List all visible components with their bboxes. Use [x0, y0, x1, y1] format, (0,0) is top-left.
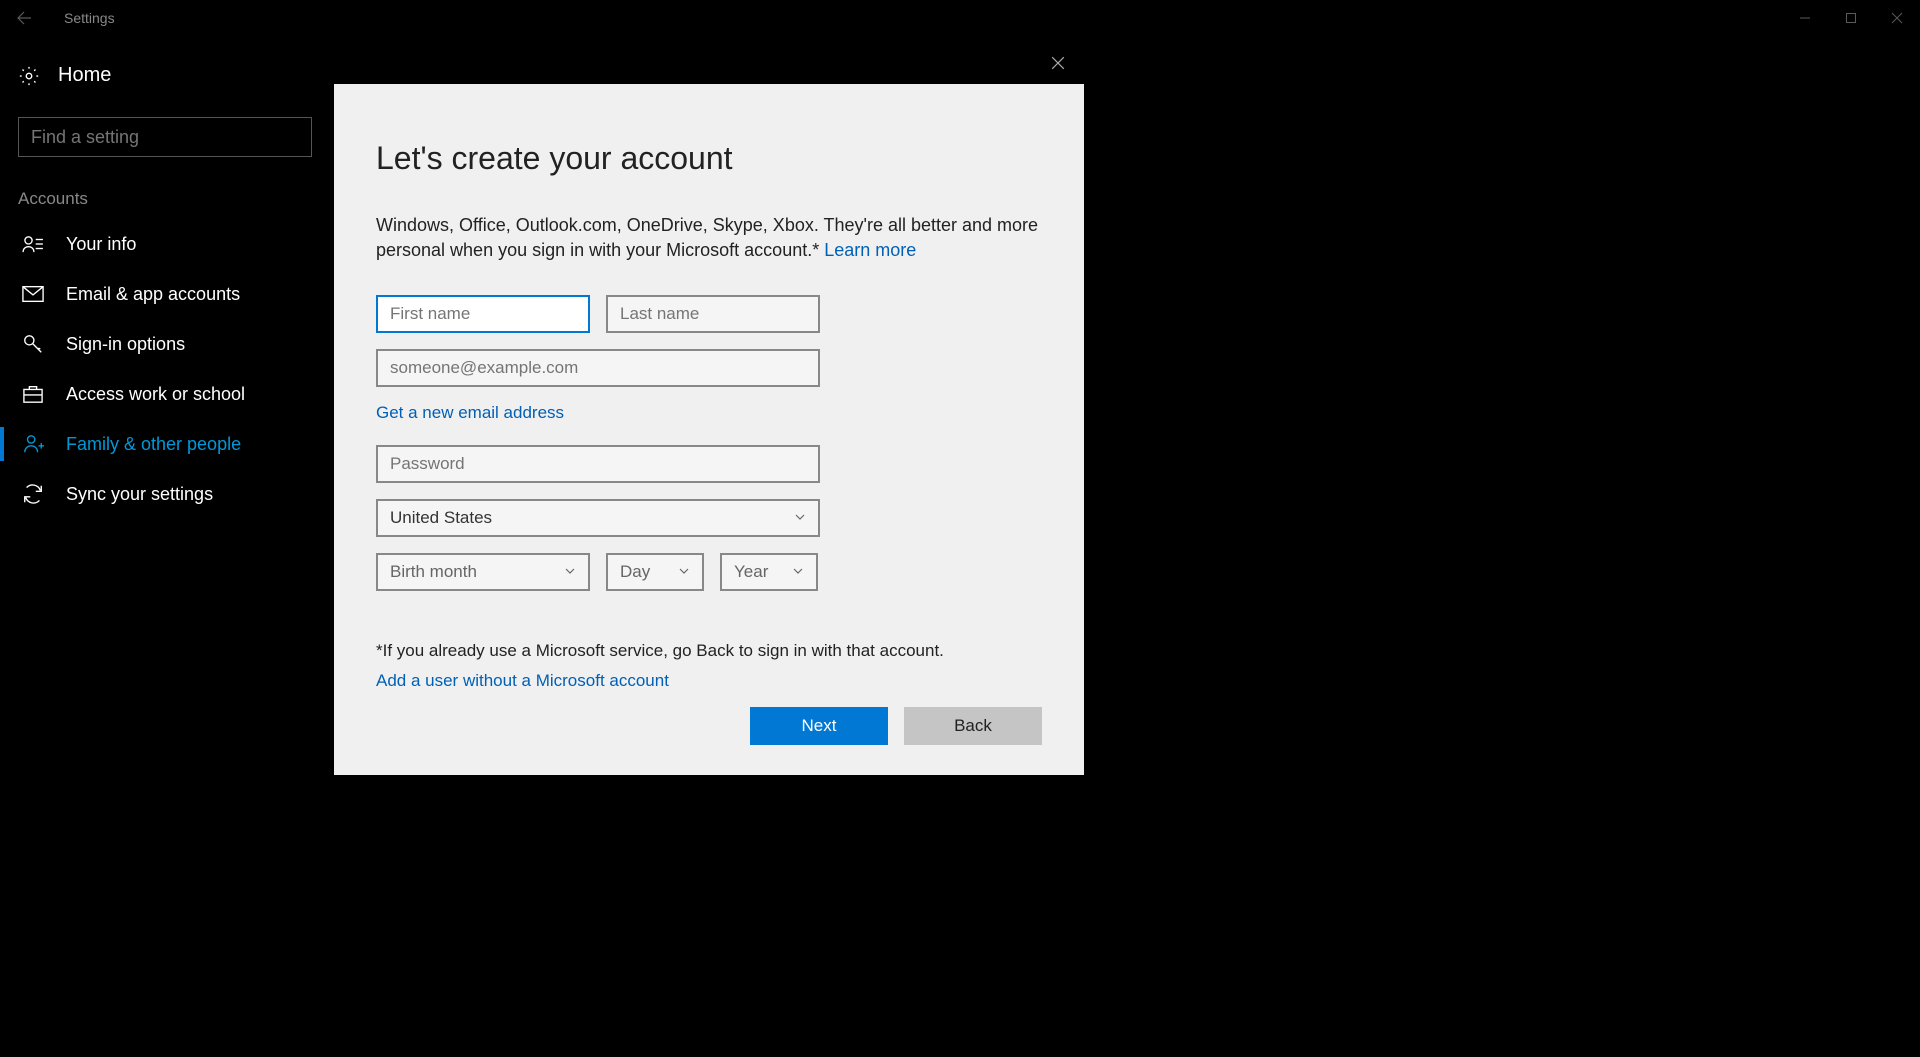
search-input[interactable]: [31, 127, 299, 148]
maximize-button[interactable]: [1828, 0, 1874, 36]
birth-month-placeholder: Birth month: [390, 562, 477, 582]
learn-more-link[interactable]: Learn more: [824, 240, 916, 260]
briefcase-icon: [22, 383, 44, 405]
sidebar-item-label: Email & app accounts: [66, 284, 240, 305]
sidebar-home[interactable]: Home: [0, 52, 330, 99]
dialog-description: Windows, Office, Outlook.com, OneDrive, …: [376, 213, 1042, 263]
dialog-titlebar: [334, 42, 1084, 84]
sidebar-item-label: Family & other people: [66, 434, 241, 455]
minimize-icon: [1799, 12, 1811, 24]
chevron-down-icon: [794, 508, 806, 528]
chevron-down-icon: [564, 562, 576, 582]
dialog-body: Let's create your account Windows, Offic…: [334, 84, 1084, 775]
sidebar-item-email[interactable]: Email & app accounts: [0, 269, 330, 319]
birth-day-select[interactable]: Day: [606, 553, 704, 591]
sidebar-item-label: Sign-in options: [66, 334, 185, 355]
sidebar-item-family[interactable]: Family & other people: [0, 419, 330, 469]
country-value: United States: [390, 508, 492, 528]
close-icon: [1051, 56, 1065, 70]
dialog-close-button[interactable]: [1038, 43, 1078, 83]
window-title: Settings: [64, 10, 115, 26]
birth-day-placeholder: Day: [620, 562, 650, 582]
birth-month-select[interactable]: Birth month: [376, 553, 590, 591]
envelope-icon: [22, 283, 44, 305]
birth-year-placeholder: Year: [734, 562, 768, 582]
back-button[interactable]: Back: [904, 707, 1042, 745]
sidebar-item-label: Access work or school: [66, 384, 245, 405]
window-titlebar: Settings: [0, 0, 1920, 36]
chevron-down-icon: [792, 562, 804, 582]
arrow-left-icon: [16, 10, 32, 26]
sidebar-item-work-school[interactable]: Access work or school: [0, 369, 330, 419]
add-user-without-ms-link[interactable]: Add a user without a Microsoft account: [376, 671, 1042, 691]
back-button[interactable]: [8, 2, 40, 34]
settings-sidebar: Home Accounts Your info Email & app acco…: [0, 52, 330, 519]
sidebar-category-heading: Accounts: [0, 185, 330, 219]
create-account-dialog: Let's create your account Windows, Offic…: [334, 42, 1084, 775]
already-have-account-note: *If you already use a Microsoft service,…: [376, 641, 1042, 661]
first-name-field[interactable]: [376, 295, 590, 333]
person-plus-icon: [22, 433, 44, 455]
sidebar-item-sync[interactable]: Sync your settings: [0, 469, 330, 519]
email-field[interactable]: [376, 349, 820, 387]
maximize-icon: [1845, 12, 1857, 24]
close-window-button[interactable]: [1874, 0, 1920, 36]
dialog-heading: Let's create your account: [376, 140, 1042, 177]
sidebar-item-your-info[interactable]: Your info: [0, 219, 330, 269]
sync-icon: [22, 483, 44, 505]
dialog-button-row: Next Back: [750, 707, 1042, 745]
last-name-field[interactable]: [606, 295, 820, 333]
get-new-email-link[interactable]: Get a new email address: [376, 403, 1042, 423]
minimize-button[interactable]: [1782, 0, 1828, 36]
settings-search[interactable]: [18, 117, 312, 157]
gear-icon: [18, 65, 40, 87]
next-button[interactable]: Next: [750, 707, 888, 745]
password-field[interactable]: [376, 445, 820, 483]
sidebar-item-label: Your info: [66, 234, 136, 255]
window-controls: [1782, 0, 1920, 36]
sidebar-item-label: Sync your settings: [66, 484, 213, 505]
person-icon: [22, 233, 44, 255]
birth-year-select[interactable]: Year: [720, 553, 818, 591]
close-icon: [1891, 12, 1903, 24]
sidebar-home-label: Home: [58, 64, 111, 87]
sidebar-item-signin[interactable]: Sign-in options: [0, 319, 330, 369]
chevron-down-icon: [678, 562, 690, 582]
country-select[interactable]: United States: [376, 499, 820, 537]
key-icon: [22, 333, 44, 355]
